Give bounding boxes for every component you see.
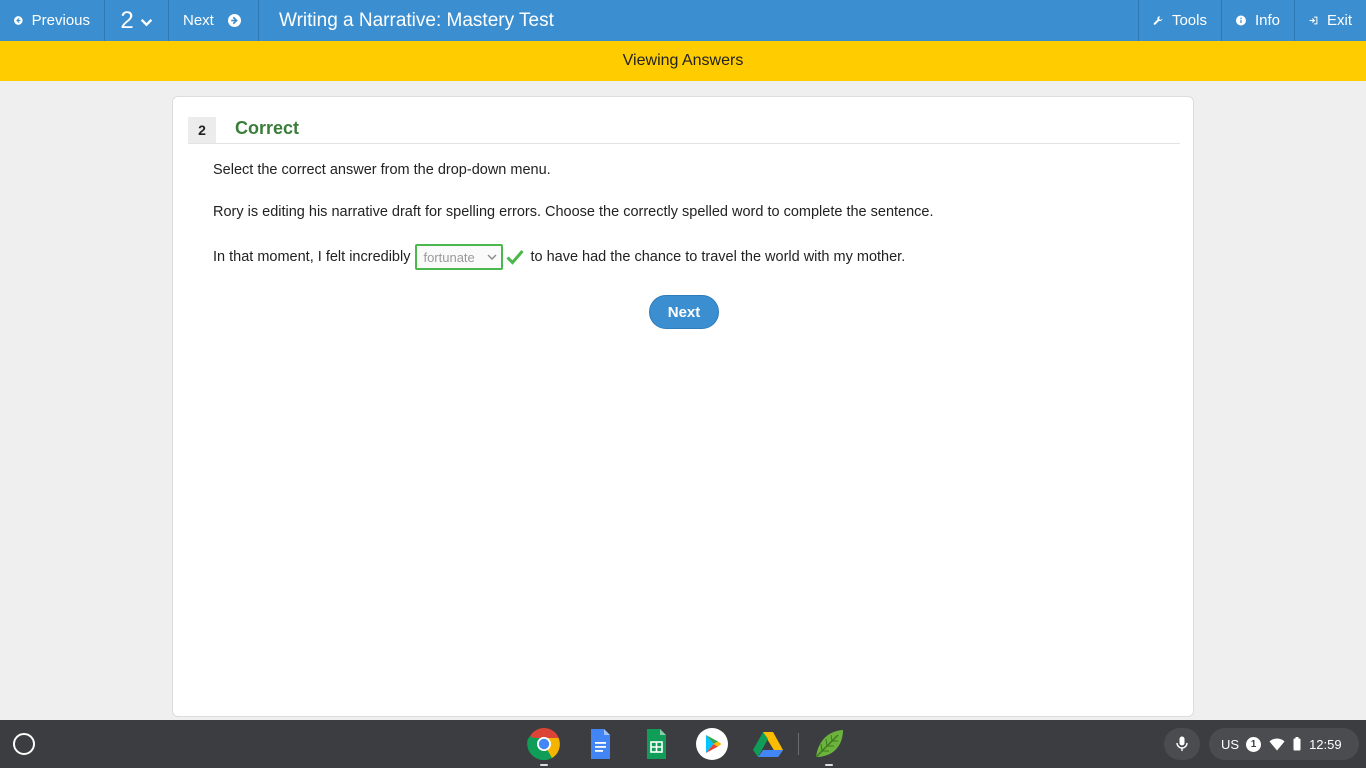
active-indicator xyxy=(825,764,833,766)
sentence-before: In that moment, I felt incredibly xyxy=(213,249,411,265)
info-button[interactable]: Info xyxy=(1221,0,1294,41)
docs-app[interactable] xyxy=(580,726,620,762)
shelf-separator xyxy=(798,733,799,755)
docs-icon xyxy=(591,729,610,759)
battery-icon xyxy=(1293,737,1301,751)
previous-label: Previous xyxy=(31,12,90,29)
chrome-app[interactable] xyxy=(524,726,564,766)
wrench-icon xyxy=(1153,16,1163,25)
microphone-icon xyxy=(1176,736,1188,751)
answer-sentence: In that moment, I felt incredibly fortun… xyxy=(213,244,905,270)
sign-in-icon xyxy=(1309,16,1318,25)
viewing-answers-banner: Viewing Answers xyxy=(0,41,1366,81)
sheets-app[interactable] xyxy=(636,726,676,762)
checkmark-icon xyxy=(506,250,525,265)
answer-dropdown[interactable]: fortunate xyxy=(415,244,504,270)
launcher-button[interactable] xyxy=(13,733,35,755)
chevron-down-icon xyxy=(140,18,152,27)
info-label: Info xyxy=(1254,12,1280,29)
leaf-app[interactable] xyxy=(809,726,849,766)
os-shelf: US 1 12:59 xyxy=(0,720,1366,768)
play-store-app[interactable] xyxy=(692,726,732,762)
drive-app[interactable] xyxy=(748,726,788,762)
chrome-icon xyxy=(527,728,560,761)
sheets-icon xyxy=(647,729,666,759)
test-title: Writing a Narrative: Mastery Test xyxy=(279,9,554,31)
keyboard-locale: US xyxy=(1221,736,1240,752)
active-indicator xyxy=(540,764,548,766)
prompt-text: Rory is editing his narrative draft for … xyxy=(213,204,934,220)
question-card: 2 Correct Select the correct answer from… xyxy=(172,96,1194,717)
top-bar: Previous 2 Next Writing a Narrative: Mas… xyxy=(0,0,1366,41)
arrow-left-circle-icon xyxy=(14,16,23,25)
exit-button[interactable]: Exit xyxy=(1294,0,1366,41)
next-nav-button[interactable]: Next xyxy=(169,0,259,41)
sentence-after: to have had the chance to travel the wor… xyxy=(530,249,906,265)
status-tray[interactable]: US 1 12:59 xyxy=(1209,728,1359,760)
wifi-icon xyxy=(1269,738,1285,750)
instruction-text: Select the correct answer from the drop-… xyxy=(213,162,551,178)
previous-button[interactable]: Previous xyxy=(0,0,105,41)
chevron-down-icon xyxy=(487,254,497,260)
info-icon xyxy=(1236,15,1246,26)
next-question-button[interactable]: Next xyxy=(649,295,719,329)
voice-input-button[interactable] xyxy=(1164,728,1200,760)
exit-label: Exit xyxy=(1326,12,1352,29)
leaf-app-icon xyxy=(815,730,843,758)
notification-badge: 1 xyxy=(1246,736,1262,752)
question-number: 2 xyxy=(120,6,134,34)
question-status: Correct xyxy=(235,118,300,138)
question-header: 2 Correct xyxy=(188,116,1180,144)
question-number-dropdown[interactable]: 2 xyxy=(105,0,169,41)
clock-time: 12:59 xyxy=(1309,736,1342,752)
drive-icon xyxy=(753,732,783,757)
banner-text: Viewing Answers xyxy=(622,52,744,69)
arrow-right-circle-icon xyxy=(227,14,241,27)
tools-button[interactable]: Tools xyxy=(1138,0,1221,41)
tools-label: Tools xyxy=(1171,12,1207,29)
next-nav-label: Next xyxy=(183,12,214,29)
question-number-badge: 2 xyxy=(188,117,216,143)
play-store-icon xyxy=(696,728,728,760)
selected-answer: fortunate xyxy=(423,249,475,265)
